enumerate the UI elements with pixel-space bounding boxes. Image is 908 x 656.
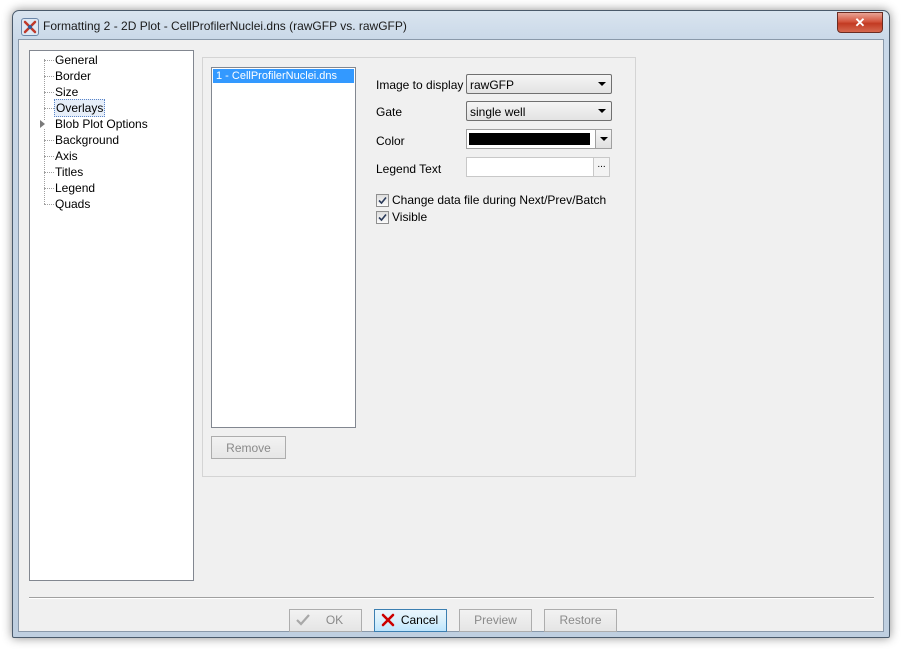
visible-checkbox[interactable] [376, 211, 389, 224]
tree-item-label: Background [55, 133, 120, 147]
tree-branch [44, 60, 54, 61]
footer-separator [29, 597, 874, 599]
tree-item-label: Border [55, 69, 92, 83]
tree-branch [44, 156, 54, 157]
cancel-button[interactable]: Cancel [374, 609, 447, 632]
tree-item-label: Axis [55, 149, 78, 163]
gate-value: single well [470, 105, 526, 119]
overlays-listbox[interactable]: 1 - CellProfilerNuclei.dns [211, 67, 356, 428]
tree-item-label: Quads [55, 197, 91, 211]
image-to-display-value: rawGFP [470, 78, 515, 92]
image-to-display-dropdown[interactable]: rawGFP [466, 74, 612, 94]
color-dropdown-button[interactable] [595, 130, 611, 148]
legend-text-input[interactable]: ... [466, 157, 610, 177]
tree-item-label: Blob Plot Options [55, 117, 148, 131]
tree-branch [44, 140, 54, 141]
category-tree[interactable]: General Border Size Overlays Blob Plot O… [29, 50, 194, 581]
tree-branch [44, 108, 54, 109]
tree-branch [44, 204, 54, 205]
chevron-down-icon [600, 137, 608, 141]
ok-button[interactable]: OK [289, 609, 362, 632]
image-to-display-label: Image to display [376, 78, 464, 92]
tree-item-label: Legend [55, 181, 96, 195]
tree-item-label: General [55, 53, 98, 67]
legend-text-ellipsis-button[interactable]: ... [593, 158, 609, 176]
legend-text-label: Legend Text [376, 162, 442, 176]
change-data-file-label: Change data file during Next/Prev/Batch [392, 193, 607, 207]
cancel-button-label: Cancel [400, 613, 439, 627]
chevron-down-icon [598, 82, 606, 86]
tree-item-label: Overlays [54, 99, 106, 117]
tree-item-label: Titles [55, 165, 84, 179]
color-picker[interactable] [466, 129, 612, 149]
expand-arrow-icon[interactable] [40, 120, 45, 128]
tree-branch [44, 172, 54, 173]
close-button[interactable]: ✕ [837, 12, 883, 33]
preview-button[interactable]: Preview [459, 609, 532, 632]
checkmark-icon [378, 213, 387, 222]
gate-dropdown[interactable]: single well [466, 101, 612, 121]
dialog-window: Formatting 2 - 2D Plot - CellProfilerNuc… [12, 10, 890, 638]
chevron-down-icon [598, 109, 606, 113]
tree-connector-line [44, 59, 45, 204]
color-swatch [469, 133, 590, 145]
color-label: Color [376, 134, 405, 148]
overlays-panel: 1 - CellProfilerNuclei.dns Remove Image … [202, 57, 636, 477]
checkmark-icon [378, 196, 387, 205]
tree-branch [44, 92, 54, 93]
tree-item-label: Size [55, 85, 79, 99]
remove-button[interactable]: Remove [211, 436, 286, 459]
app-icon [21, 18, 39, 36]
tree-branch [44, 188, 54, 189]
tree-branch [44, 76, 54, 77]
ok-button-label: OK [325, 613, 344, 627]
visible-label: Visible [392, 210, 428, 224]
title-bar[interactable]: Formatting 2 - 2D Plot - CellProfilerNuc… [13, 11, 889, 41]
restore-button[interactable]: Restore [544, 609, 617, 632]
dialog-client-area: General Border Size Overlays Blob Plot O… [18, 39, 884, 632]
window-title: Formatting 2 - 2D Plot - CellProfilerNuc… [43, 19, 407, 33]
gate-label: Gate [376, 105, 403, 119]
overlay-list-item[interactable]: 1 - CellProfilerNuclei.dns [213, 69, 354, 83]
change-data-file-checkbox[interactable] [376, 194, 389, 207]
